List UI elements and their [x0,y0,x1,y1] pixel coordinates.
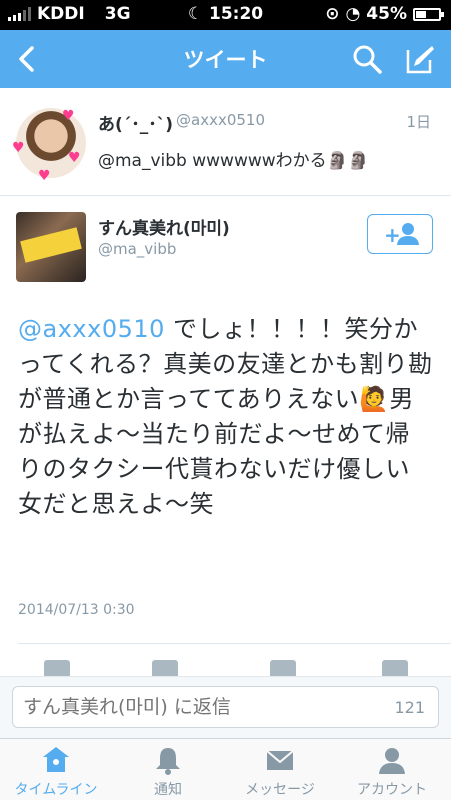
favorite-icon[interactable] [270,660,296,676]
heart-icon: ♥ [62,108,75,124]
tab-label: タイムライン [14,782,98,798]
reply-bar: 121 [0,676,451,738]
bell-icon [156,748,180,775]
tweet-text: でしょ！！！！笑分かってくれる？真美の友達とかも割り勘が普通とか言っててありえな… [18,315,433,518]
status-bar: KDDI 3G ☾ 15:20 ⊙ ◔ 45% [0,0,451,30]
reply-icon[interactable] [44,660,70,676]
more-icon[interactable] [382,660,408,676]
tab-timeline[interactable]: タイムライン [0,739,112,800]
tweet-actions [0,658,451,676]
add-user-icon: + [384,223,419,247]
compose-icon[interactable] [402,42,436,76]
tweet-body: @axxx0510 でしょ！！！！笑分かってくれる？真美の友達とかも割り勘が普通… [18,312,433,522]
tab-notifications[interactable]: 通知 [112,739,224,800]
follow-button[interactable]: + [367,214,433,254]
avatar[interactable] [16,108,86,178]
mention-link[interactable]: @axxx0510 [18,315,165,343]
clock-time: 15:20 [209,4,264,24]
tab-messages[interactable]: メッセージ [224,739,336,800]
tab-account[interactable]: アカウント [336,739,448,800]
battery-icon [413,7,444,21]
battery-percent: 45% [366,4,407,24]
nav-bar: ツイート [0,30,451,88]
author-name[interactable]: すん真美れ(마미) [98,214,230,239]
parent-tweet[interactable]: ♥ ♥ ♥ ♥ あ(´･_･`) @axxx0510 1日 @ma_vibb w… [0,88,451,196]
tab-label: メッセージ [245,782,315,798]
tab-bar: タイムライン 通知 メッセージ アカウント [0,738,451,800]
home-icon [43,747,69,772]
person-icon [379,748,405,774]
retweet-icon[interactable] [152,660,178,676]
tweet-date: 2014/07/13 0:30 [18,602,135,618]
envelope-icon [266,750,294,770]
tweet-time: 1日 [406,113,431,131]
character-count: 121 [394,698,425,717]
main-tweet: すん真美れ(마미) @ma_vibb + @axxx0510 でしょ！！！！笑分… [0,196,451,676]
tab-label: アカウント [357,782,427,798]
divider [18,643,451,644]
heart-icon: ♥ [68,150,81,166]
author-name[interactable]: あ(´･_･`) [98,110,173,135]
author-handle[interactable]: @ma_vibb [98,240,176,258]
alarm-icon: ◔ [345,4,361,24]
heart-icon: ♥ [38,168,51,184]
moon-icon: ☾ [187,4,204,24]
search-icon[interactable] [350,42,384,76]
rotation-lock-icon: ⊙ [325,4,340,24]
author-handle[interactable]: @axxx0510 [176,111,265,129]
status-right: ⊙ ◔ 45% [325,4,444,24]
avatar[interactable] [16,212,86,282]
reply-input[interactable] [12,686,439,728]
tab-label: 通知 [154,782,182,798]
heart-icon: ♥ [12,140,25,156]
tweet-text: @ma_vibb wwwwwwわかる🗿🗿 [98,151,370,171]
